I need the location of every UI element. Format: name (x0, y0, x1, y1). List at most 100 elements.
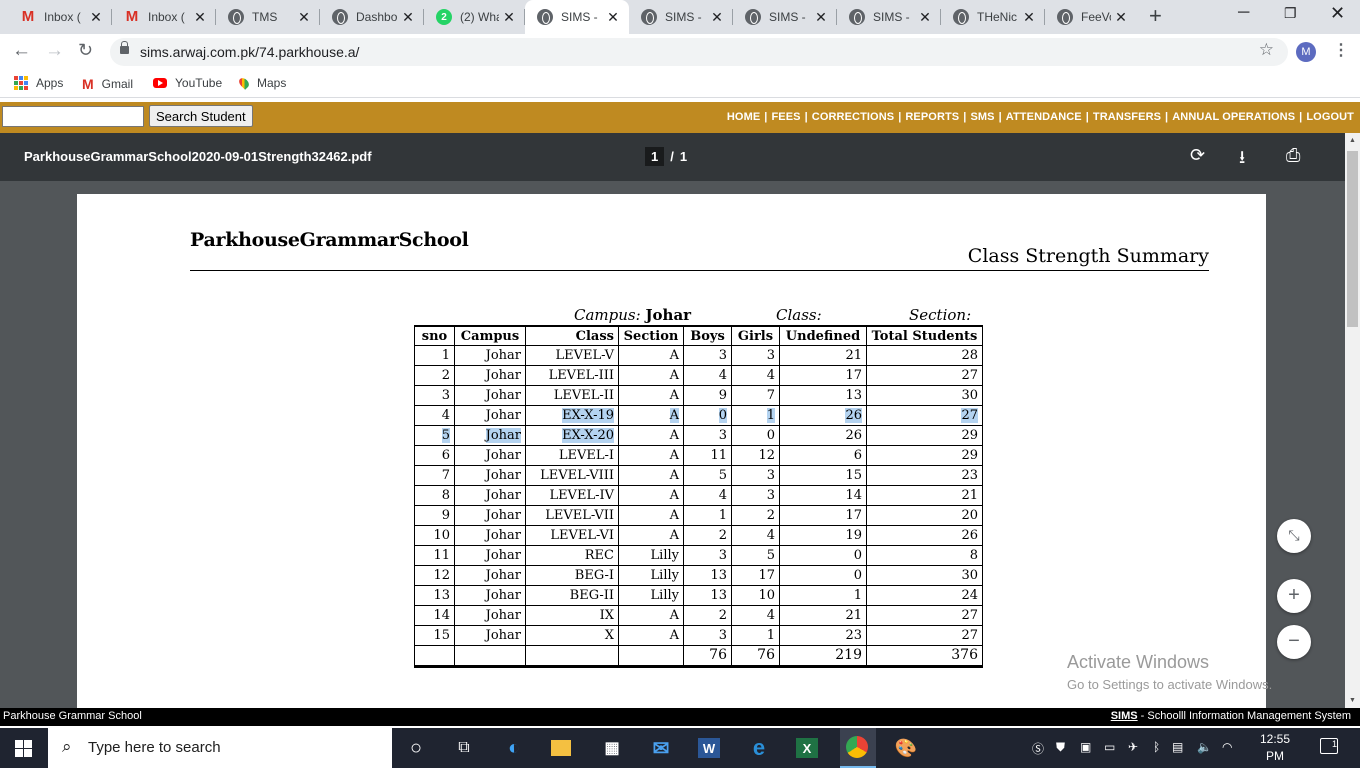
download-icon[interactable]: ⭳ (1239, 145, 1245, 175)
close-icon[interactable]: ✕ (1111, 9, 1131, 26)
selected-text: 1 (766, 408, 775, 424)
tab-whatsapp[interactable]: 2 (2) Wha ✕ (424, 0, 525, 34)
menu-home[interactable]: HOME (727, 111, 760, 123)
address-bar[interactable]: sims.arwaj.com.pk/74.parkhouse.a/ ☆ (110, 38, 1288, 66)
tab-sims[interactable]: SIMS - ✕ (629, 0, 733, 34)
total-boys: 76 (683, 645, 732, 668)
file-explorer-icon[interactable] (551, 740, 571, 756)
skype-icon[interactable]: Ⓢ (1032, 740, 1044, 757)
chrome-icon[interactable] (846, 736, 868, 758)
close-icon[interactable]: ✕ (499, 9, 519, 26)
restore-icon[interactable]: ❐ (1284, 5, 1297, 22)
volume-icon[interactable]: 🔈 (1197, 740, 1212, 754)
airplane-mode-icon[interactable]: ✈ (1128, 740, 1138, 754)
menu-annual-operations[interactable]: ANNUAL OPERATIONS (1172, 111, 1295, 123)
browser-menu-icon[interactable]: ⋮ (1333, 40, 1349, 60)
bluetooth-icon[interactable]: ᛒ (1153, 740, 1160, 754)
back-arrow-icon[interactable]: ← (12, 40, 31, 62)
menu-logout[interactable]: LOGOUT (1306, 111, 1354, 123)
footer-sims-link[interactable]: SIMS (1111, 710, 1138, 722)
tab-gmail-inbox-1[interactable]: M Inbox ( ✕ (8, 0, 112, 34)
scrollbar-thumb[interactable] (1347, 151, 1358, 327)
taskbar-search-box[interactable]: ⌕ Type here to search (48, 728, 392, 768)
menu-sms[interactable]: SMS (970, 111, 994, 123)
class-filter: Class: (776, 306, 822, 324)
cell-class: IX (525, 605, 619, 627)
word-icon[interactable]: W (698, 738, 720, 758)
windows-start-icon[interactable] (15, 740, 32, 757)
excel-icon[interactable]: X (796, 738, 818, 758)
cell-sno: 8 (414, 485, 455, 507)
edge-icon[interactable]: ◐ (502, 736, 526, 760)
menu-fees[interactable]: FEES (771, 111, 800, 123)
cell-boys: 0 (683, 405, 732, 427)
tab-sims[interactable]: SIMS - ✕ (733, 0, 837, 34)
close-icon[interactable]: ✕ (294, 9, 314, 26)
notification-center-icon[interactable]: 1 (1320, 738, 1338, 754)
school-name: ParkhouseGrammarSchool (190, 229, 469, 251)
scroll-up-arrow-icon[interactable]: ▲ (1349, 137, 1356, 144)
store-icon[interactable]: ▦ (600, 736, 624, 760)
tab-sims-active[interactable]: SIMS - ✕ (525, 0, 629, 34)
menu-reports[interactable]: REPORTS (905, 111, 959, 123)
rotate-icon[interactable]: ⟳ (1190, 145, 1205, 166)
menu-attendance[interactable]: ATTENDANCE (1006, 111, 1082, 123)
bookmark-star-icon[interactable]: ☆ (1259, 40, 1274, 60)
battery-icon[interactable]: ▤ (1172, 740, 1183, 754)
zoom-in-icon[interactable]: + (1277, 579, 1311, 613)
close-icon[interactable]: ✕ (915, 9, 935, 26)
cell-sno: 4 (414, 405, 455, 427)
minimize-icon[interactable]: ─ (1238, 4, 1249, 22)
paint-icon[interactable]: 🎨 (894, 736, 918, 760)
tab-tms[interactable]: TMS ✕ (216, 0, 320, 34)
profile-avatar[interactable]: M (1296, 42, 1316, 62)
table-row: 7 Johar LEVEL-VIII A 5 3 15 23 (414, 465, 983, 487)
search-student-button[interactable]: Search Student (149, 105, 253, 127)
pdf-scrollbar[interactable]: ▲ ▼ (1345, 133, 1360, 708)
tab-feevoucher[interactable]: FeeVou ✕ (1045, 0, 1137, 34)
close-icon[interactable]: ✕ (190, 9, 210, 26)
forward-arrow-icon[interactable]: → (45, 40, 64, 62)
cell-girls: 10 (731, 585, 780, 607)
table-header-row: sno Campus Class Section Boys Girls Unde… (414, 325, 983, 347)
tab-gmail-inbox-2[interactable]: M Inbox ( ✕ (112, 0, 216, 34)
reload-icon[interactable]: ↻ (78, 40, 93, 61)
close-icon[interactable]: ✕ (707, 9, 727, 26)
display-icon[interactable]: ▭ (1104, 740, 1115, 754)
close-icon[interactable]: ✕ (1019, 9, 1039, 26)
tab-title: Dashbo (356, 10, 398, 24)
network-devices-icon[interactable]: ⛊ (1056, 740, 1065, 755)
tab-thenic[interactable]: THeNic ✕ (941, 0, 1045, 34)
window-close-icon[interactable]: ✕ (1330, 3, 1345, 24)
cell-undefined: 19 (779, 525, 867, 547)
close-icon[interactable]: ✕ (603, 9, 623, 26)
fit-to-page-icon[interactable]: ⤡ (1277, 519, 1311, 553)
mail-icon[interactable]: ✉ (649, 736, 673, 760)
task-view-icon[interactable]: ⧉ (452, 736, 476, 760)
app-tray-icon[interactable]: ▣ (1080, 740, 1091, 754)
cortana-icon[interactable]: ○ (404, 736, 428, 760)
new-tab-plus-icon[interactable]: + (1149, 5, 1162, 27)
bookmark-apps[interactable]: Apps (14, 76, 63, 90)
menu-corrections[interactable]: CORRECTIONS (812, 111, 894, 123)
cell-section: A (618, 345, 684, 367)
close-icon[interactable]: ✕ (398, 9, 418, 26)
wifi-icon[interactable]: ◠ (1222, 740, 1232, 754)
tab-sims[interactable]: SIMS - ✕ (837, 0, 941, 34)
print-icon[interactable]: ⎙ (1286, 145, 1300, 166)
bookmark-gmail[interactable]: M Gmail (82, 76, 133, 92)
zoom-out-icon[interactable]: − (1277, 625, 1311, 659)
close-icon[interactable]: ✕ (86, 9, 106, 26)
scroll-down-arrow-icon[interactable]: ▼ (1349, 697, 1356, 704)
close-icon[interactable]: ✕ (811, 9, 831, 26)
student-search-input[interactable] (2, 106, 144, 127)
taskbar-clock[interactable]: 12:55 PM 9/1/2020 (1250, 731, 1300, 782)
internet-explorer-icon[interactable]: e (747, 735, 771, 760)
current-page-input[interactable]: 1 (645, 147, 665, 166)
menu-transfers[interactable]: TRANSFERS (1093, 111, 1161, 123)
bookmark-maps[interactable]: Maps (237, 76, 286, 90)
tab-dashboard[interactable]: Dashbo ✕ (320, 0, 424, 34)
cell-boys: 13 (683, 585, 732, 607)
globe-icon (228, 9, 244, 25)
bookmark-youtube[interactable]: YouTube (153, 76, 222, 90)
